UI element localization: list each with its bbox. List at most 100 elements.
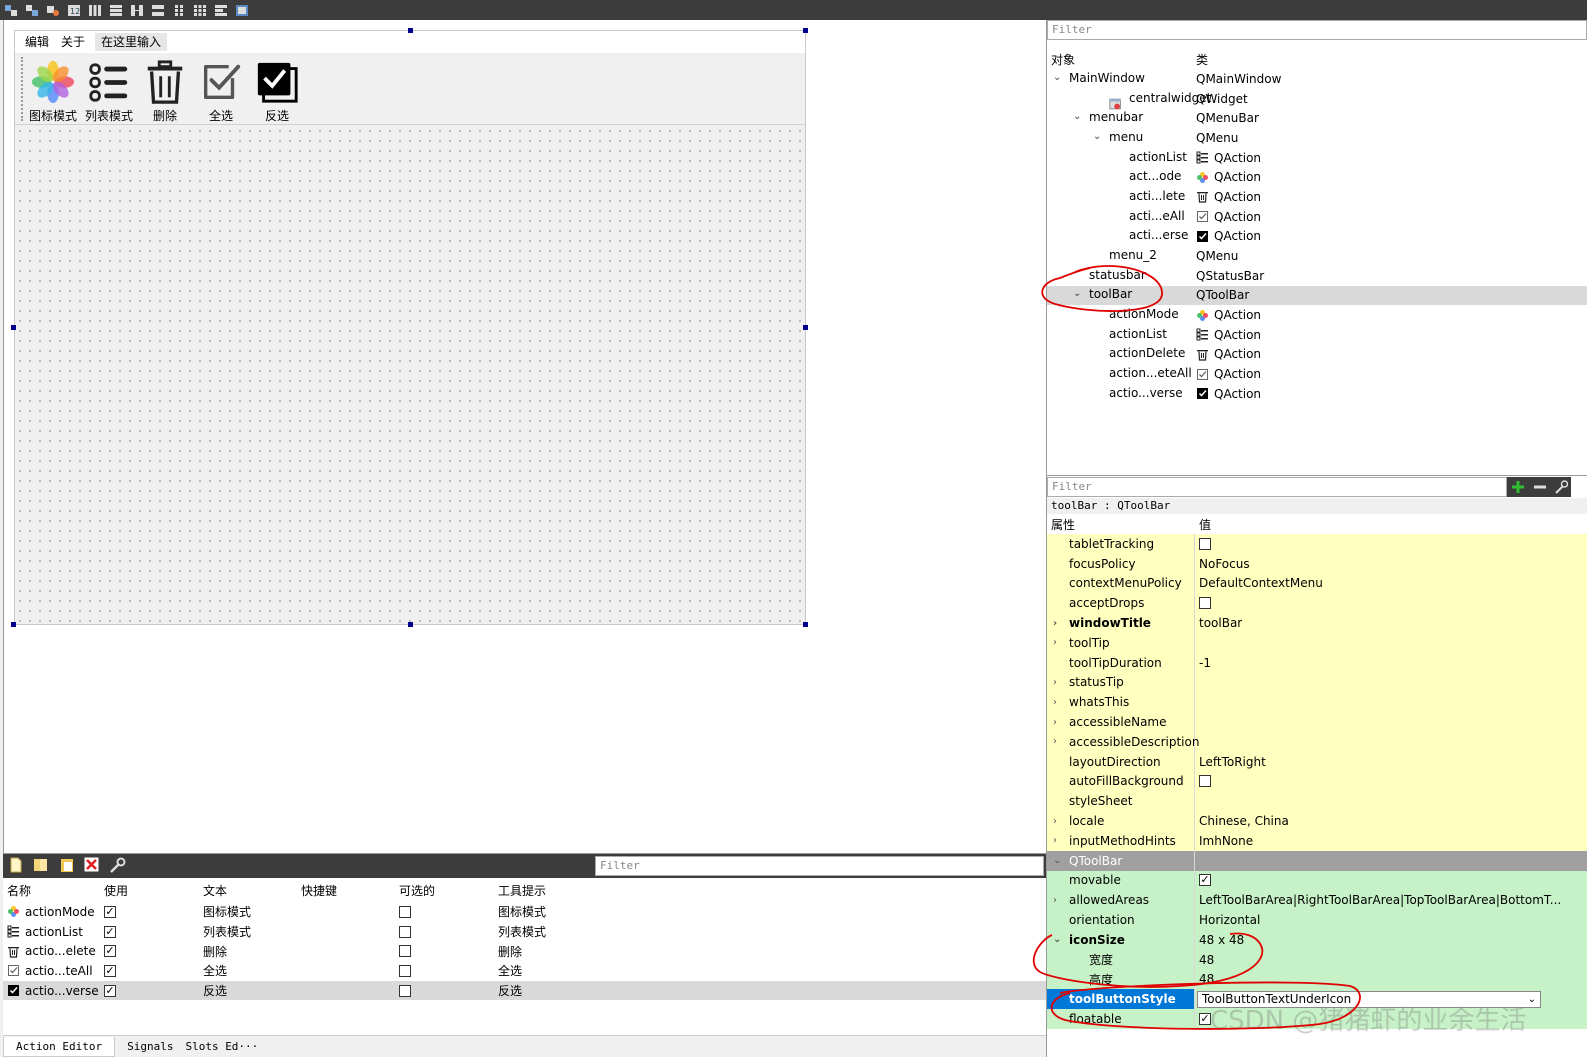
property-row[interactable]: orientation Horizontal — [1047, 910, 1587, 930]
chevron-right-icon[interactable]: › — [1053, 717, 1057, 728]
checkbox[interactable]: ✓ — [104, 905, 116, 918]
property-row[interactable]: 高度 48 — [1047, 969, 1587, 990]
object-filter-input[interactable]: Filter — [1047, 20, 1587, 40]
object-tree-row[interactable]: ⌄ MainWindow QMainWindow — [1047, 69, 1587, 89]
delete-action-icon[interactable] — [84, 857, 99, 875]
action-filter-input[interactable]: Filter — [595, 856, 1044, 876]
chevron-right-icon[interactable]: › — [1053, 637, 1057, 648]
menu-about[interactable]: 关于 — [55, 31, 91, 53]
object-tree-row[interactable]: actionList QAction — [1047, 148, 1587, 168]
tab-slots-editor[interactable]: Slots Ed··· — [185, 1037, 270, 1057]
object-tree-row[interactable]: actionList QAction — [1047, 325, 1587, 345]
col-name[interactable]: 名称 — [3, 882, 100, 899]
checkbox[interactable] — [399, 925, 411, 938]
object-tree-row[interactable]: ⌄ menu QMenu — [1047, 128, 1587, 148]
property-row[interactable]: tabletTracking — [1047, 534, 1587, 554]
tab-signals[interactable]: Signals — [115, 1037, 185, 1057]
object-tree-row[interactable]: acti...erse QAction — [1047, 227, 1587, 247]
property-row[interactable]: movable ✓ — [1047, 870, 1587, 891]
edit-widgets-icon[interactable] — [2, 3, 19, 18]
col-object[interactable]: 对象 — [1047, 51, 1194, 68]
property-row[interactable]: › accessibleName — [1047, 712, 1587, 732]
adjust-size-icon[interactable] — [233, 3, 250, 18]
property-row[interactable]: focusPolicy NoFocus — [1047, 553, 1587, 574]
checkbox[interactable]: ✓ — [104, 984, 116, 997]
checkbox[interactable] — [399, 945, 411, 958]
copy-action-icon[interactable] — [32, 857, 50, 876]
property-row[interactable]: styleSheet — [1047, 791, 1587, 812]
toolbutton-select-all[interactable]: 全选 — [197, 53, 245, 124]
property-row[interactable]: ⌄ iconSize 48 x 48 — [1047, 929, 1587, 950]
property-row[interactable]: acceptDrops — [1047, 593, 1587, 614]
resize-handle[interactable] — [803, 325, 808, 330]
checkbox[interactable] — [399, 905, 411, 918]
col-property[interactable]: 属性 — [1047, 516, 1195, 533]
object-tree-row[interactable]: actionDelete QAction — [1047, 345, 1587, 365]
property-row[interactable]: autoFillBackground — [1047, 771, 1587, 792]
col-shortcut[interactable]: 快捷键 — [297, 882, 395, 899]
configure-wrench-icon[interactable] — [1551, 477, 1571, 497]
new-action-icon[interactable] — [9, 857, 23, 876]
configure-wrench-icon[interactable] — [108, 857, 126, 876]
toolbar-grip-handle[interactable] — [21, 57, 25, 121]
action-row[interactable]: actionMode ✓ 图标模式 图标模式 — [3, 902, 1046, 922]
checkbox[interactable] — [1199, 597, 1211, 610]
layout-vertical-icon[interactable] — [107, 3, 124, 18]
layout-form-icon[interactable] — [170, 3, 187, 18]
layout-h-splitter-icon[interactable] — [128, 3, 145, 18]
paste-action-icon[interactable] — [59, 857, 75, 876]
resize-handle[interactable] — [11, 325, 16, 330]
property-row[interactable]: toolTipDuration -1 — [1047, 652, 1587, 673]
checkbox[interactable]: ✓ — [104, 925, 116, 938]
add-property-icon[interactable] — [1507, 477, 1529, 497]
checkbox[interactable] — [1199, 537, 1211, 550]
object-tree-row[interactable]: acti...lete QAction — [1047, 187, 1587, 207]
checkbox[interactable] — [1199, 775, 1211, 788]
chevron-down-icon[interactable]: ⌄ — [1073, 288, 1081, 299]
action-row[interactable]: actio...verse ✓ 反选 反选 — [3, 980, 1046, 1001]
resize-handle[interactable] — [408, 28, 413, 33]
layout-v-splitter-icon[interactable] — [149, 3, 166, 18]
object-tree-row[interactable]: centralwidget QWidget — [1047, 89, 1587, 110]
edit-tab-order-icon[interactable]: 12 — [65, 3, 82, 18]
break-layout-icon[interactable] — [212, 3, 229, 18]
property-row[interactable]: › statusTip — [1047, 672, 1587, 693]
object-tree-row[interactable]: ⌄ menubar QMenuBar — [1047, 108, 1587, 128]
edit-buddies-icon[interactable] — [44, 3, 61, 18]
main-window-form[interactable]: 编辑 关于 在这里输入 图标模式 列表模式 删除 全选 反选 — [14, 30, 806, 625]
toolbutton-list-mode[interactable]: 列表模式 — [85, 53, 133, 124]
chevron-down-icon[interactable]: ⌄ — [1053, 855, 1061, 866]
object-tree-row[interactable]: action...eteAll QAction — [1047, 364, 1587, 384]
checkbox[interactable] — [399, 984, 411, 997]
property-row[interactable]: › allowedAreas LeftToolBarArea|RightToolBa… — [1047, 890, 1587, 911]
central-widget-grid[interactable] — [15, 126, 805, 624]
checkbox[interactable]: ✓ — [1199, 874, 1211, 887]
layout-horizontal-icon[interactable] — [86, 3, 103, 18]
resize-handle[interactable] — [408, 622, 413, 627]
col-used[interactable]: 使用 — [100, 882, 199, 899]
remove-property-icon[interactable] — [1529, 477, 1551, 497]
col-text[interactable]: 文本 — [199, 882, 297, 899]
chevron-down-icon[interactable]: ⌄ — [1053, 934, 1061, 945]
col-tooltip[interactable]: 工具提示 — [494, 882, 593, 899]
resize-handle[interactable] — [803, 28, 808, 33]
object-tree-row[interactable]: act...ode QAction — [1047, 167, 1587, 187]
chevron-right-icon[interactable]: › — [1053, 677, 1057, 688]
chevron-right-icon[interactable]: › — [1053, 835, 1057, 846]
chevron-right-icon[interactable]: › — [1053, 895, 1057, 906]
toolbutton-delete[interactable]: 删除 — [141, 53, 189, 124]
action-row[interactable]: actionList ✓ 列表模式 列表模式 — [3, 922, 1046, 942]
property-row[interactable]: 宽度 48 — [1047, 949, 1587, 970]
property-row[interactable]: › locale Chinese, China — [1047, 811, 1587, 831]
property-row[interactable]: › toolTip — [1047, 632, 1587, 653]
object-tree-row[interactable]: acti...eAll QAction — [1047, 207, 1587, 227]
toolbutton-inverse[interactable]: 反选 — [253, 53, 301, 124]
layout-grid-icon[interactable] — [191, 3, 208, 18]
checkbox[interactable]: ✓ — [104, 964, 116, 977]
menu-type-here[interactable]: 在这里输入 — [95, 33, 168, 51]
dropdown-arrow-icon[interactable]: ⌄ — [1528, 994, 1540, 1005]
action-row[interactable]: actio...elete ✓ 删除 删除 — [3, 941, 1046, 961]
property-row[interactable]: › whatsThis — [1047, 692, 1587, 713]
checkbox[interactable]: ✓ — [104, 945, 116, 958]
object-tree-row[interactable]: actio...verse QAction — [1047, 384, 1587, 404]
